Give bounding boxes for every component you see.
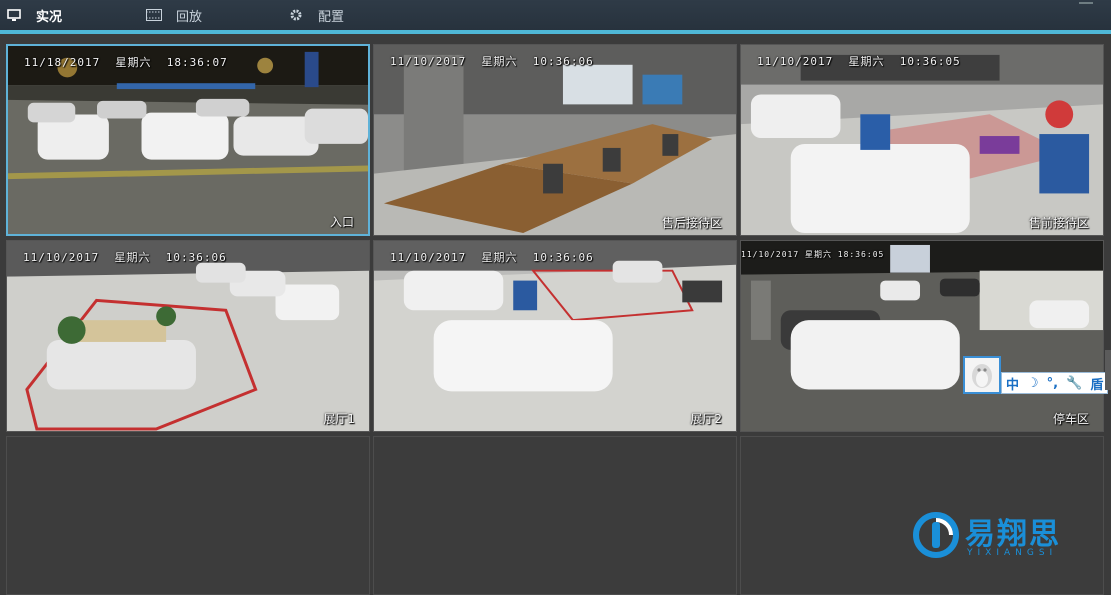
brand-name: 易翔思: [965, 517, 1061, 552]
ime-toolbar-bar: 中 ☽ °, 🔧 盾: [1001, 372, 1109, 394]
camera-view-showroom2[interactable]: 11/10/2017 星期六 10:36:06 展厅2: [373, 240, 737, 432]
moon-icon[interactable]: ☽: [1027, 376, 1039, 391]
camera-label: 售前接待区: [1028, 216, 1089, 230]
camera-timestamp: 11/10/2017 星期六 10:36:05: [757, 55, 961, 68]
video-feed: [741, 45, 1103, 235]
camera-label: 售后接待区: [661, 216, 722, 230]
camera-label: 停车区: [1052, 412, 1089, 426]
camera-label: 入口: [329, 215, 354, 229]
side-scroll-handle[interactable]: [1105, 350, 1111, 390]
monitor-icon: [6, 7, 22, 23]
video-feed: [7, 241, 369, 431]
video-feed: [374, 45, 736, 235]
top-navigation-bar: 实况 回放 配置: [0, 0, 1111, 34]
video-feed: [741, 241, 1103, 431]
camera-view-aftersales[interactable]: 11/10/2017 星期六 10:36:06 售后接待区: [373, 44, 737, 236]
camera-timestamp: 11/10/2017 星期六 18:36:05: [741, 250, 885, 259]
tab-live[interactable]: 实况: [6, 0, 108, 34]
brand-subtitle: YIXIANGSI: [967, 548, 1058, 558]
film-icon: [146, 7, 162, 23]
camera-view-entrance[interactable]: 11/18/2017 星期六 18:36:07 入口: [6, 44, 370, 236]
punctuation-icon[interactable]: °,: [1047, 376, 1058, 391]
penguin-avatar-icon[interactable]: [963, 356, 1001, 394]
brand-watermark: 易翔思 YIXIANGSI: [913, 512, 1061, 558]
camera-slot-empty-7[interactable]: [6, 436, 370, 595]
tab-playback-label: 回放: [176, 9, 203, 25]
brand-logo-icon: [913, 512, 959, 558]
camera-view-parking[interactable]: 11/10/2017 星期六 18:36:05 停车区: [740, 240, 1104, 432]
camera-label: 展厅1: [323, 412, 355, 426]
camera-timestamp: 11/18/2017 星期六 18:36:07: [24, 56, 228, 69]
tab-playback[interactable]: 回放: [146, 0, 202, 30]
ime-chinese-mode-button[interactable]: 中: [1006, 374, 1019, 393]
ime-extra-button[interactable]: 盾: [1090, 374, 1103, 393]
window-control[interactable]: [1079, 0, 1093, 4]
camera-view-showroom1[interactable]: 11/10/2017 星期六 10:36:06 展厅1: [6, 240, 370, 432]
camera-timestamp: 11/10/2017 星期六 10:36:06: [23, 251, 227, 264]
camera-slot-empty-8[interactable]: [373, 436, 737, 595]
camera-label: 展厅2: [690, 412, 722, 426]
camera-view-presales[interactable]: 11/10/2017 星期六 10:36:05 售前接待区: [740, 44, 1104, 236]
ime-floating-toolbar[interactable]: 中 ☽ °, 🔧 盾: [963, 354, 1109, 394]
gear-icon: [288, 7, 304, 23]
video-feed: [8, 46, 368, 234]
camera-timestamp: 11/10/2017 星期六 10:36:06: [390, 55, 594, 68]
nav-accent-line: [0, 30, 1111, 34]
tab-live-label: 实况: [36, 9, 63, 25]
camera-timestamp: 11/10/2017 星期六 10:36:06: [390, 251, 594, 264]
tab-config-label: 配置: [318, 9, 345, 25]
video-feed: [374, 241, 736, 431]
wrench-icon[interactable]: 🔧: [1066, 376, 1082, 391]
tab-config[interactable]: 配置: [288, 0, 344, 30]
